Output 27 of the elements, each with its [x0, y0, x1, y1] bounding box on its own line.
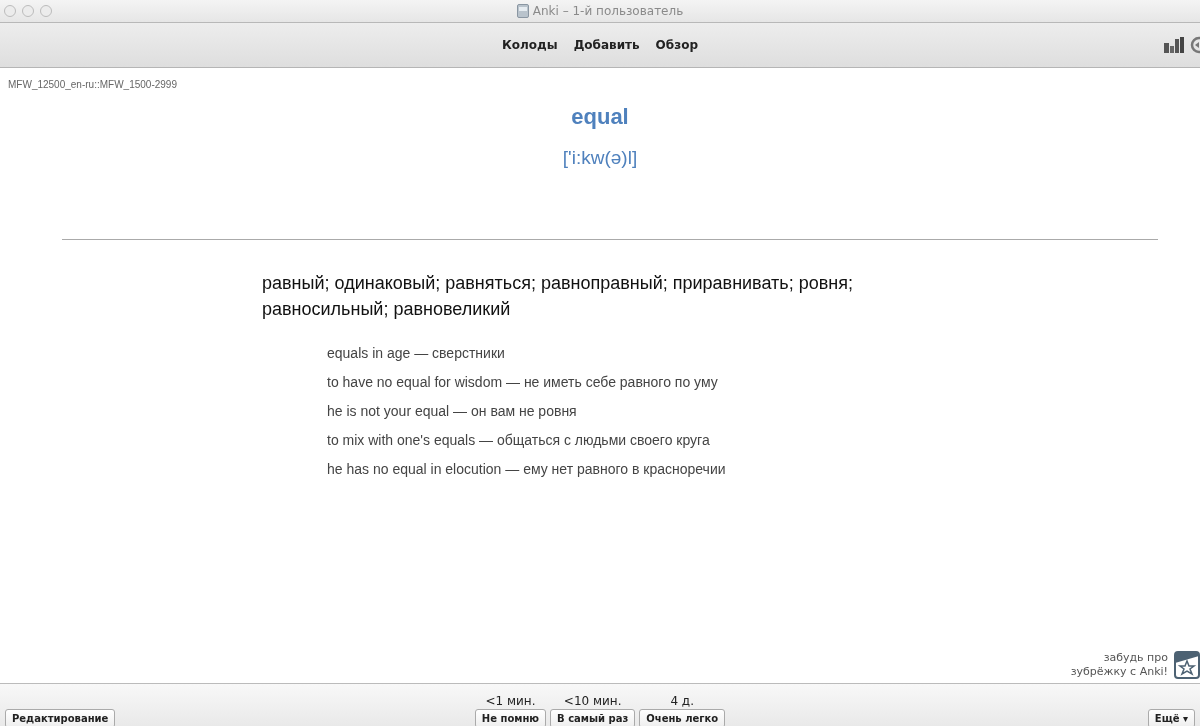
- card-word: equal: [571, 104, 629, 130]
- star-card-icon[interactable]: [1174, 651, 1200, 679]
- deck-path: MFW_12500_en-ru::MFW_1500-2999: [7, 78, 177, 90]
- example-text: he has no equal in elocution — ему нет равного в красноречии: [327, 460, 726, 479]
- example-text: he is not your equal — он вам не ровня: [327, 402, 577, 421]
- toolbar-link[interactable]: Колоды: [502, 38, 558, 52]
- interval-label: 4 д.: [670, 694, 694, 708]
- window-title: Anki – 1-й пользователь: [532, 4, 684, 18]
- example-text: equals in age — сверстники: [327, 344, 505, 363]
- transcription: ['i:kw(ə)l]: [562, 147, 638, 169]
- app-icon: [516, 4, 529, 18]
- promo-text[interactable]: зубрёжку с Anki!: [1070, 665, 1168, 679]
- example-text: to mix with one's equals — общаться с людьми своего круга: [327, 431, 710, 450]
- toolbar-link[interactable]: Добавить: [573, 38, 640, 52]
- more-button[interactable]: Ещё ▾: [1147, 709, 1195, 726]
- translation-text: равный; одинаковый; равняться; равноправный; приравнивать; ровня; равносильный; равновеликий: [262, 272, 854, 321]
- answer-button[interactable]: Не помню: [474, 709, 547, 726]
- answer-button[interactable]: Очень легко: [639, 709, 726, 726]
- promo-text[interactable]: забудь про: [1103, 651, 1168, 665]
- answer-button[interactable]: В самый раз: [550, 709, 636, 726]
- example-text: to have no equal for wisdom — не иметь себе равного по уму: [327, 373, 718, 392]
- sync-icon[interactable]: [1190, 36, 1200, 54]
- toolbar-link[interactable]: Обзор: [655, 38, 698, 52]
- edit-button[interactable]: Редактирование: [5, 709, 116, 726]
- interval-label: <10 мин.: [563, 694, 622, 708]
- stats-icon[interactable]: [1164, 37, 1184, 53]
- interval-label: <1 мин.: [485, 694, 536, 708]
